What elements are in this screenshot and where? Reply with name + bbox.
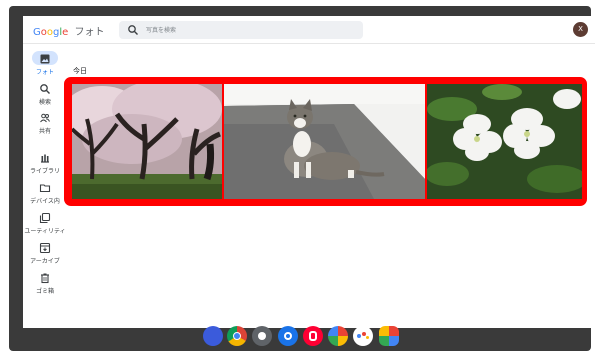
search-bar[interactable]: 写真を検索 bbox=[119, 21, 363, 39]
logo-letter: e bbox=[62, 27, 69, 38]
sidebar-item-label: ライブラリ bbox=[29, 168, 60, 175]
photos-app-icon[interactable] bbox=[328, 326, 348, 346]
app-window: Google フォト 写真を検索 X フォト 検索 共有 ライブラリ デバイス内… bbox=[23, 16, 595, 328]
sidebar-item-label: アーカイブ bbox=[30, 258, 60, 265]
photo-row bbox=[64, 77, 587, 206]
assistant-icon[interactable] bbox=[353, 326, 373, 346]
sidebar-item-photos[interactable]: フォト bbox=[23, 51, 67, 76]
sidebar-item-label: フォト bbox=[35, 69, 54, 76]
sidebar-item-utilities[interactable]: ユーティリティ bbox=[23, 212, 67, 235]
sidebar-item-label: ユーティリティ bbox=[24, 228, 66, 235]
sidebar-item-trash[interactable]: ゴミ箱 bbox=[23, 272, 67, 295]
google-photos-logo[interactable]: Google フォト bbox=[33, 23, 104, 38]
date-header: 今日 bbox=[73, 67, 87, 75]
device-frame: Google フォト 写真を検索 X フォト 検索 共有 ライブラリ デバイス内… bbox=[9, 6, 595, 351]
photo-cherry-blossom-trees[interactable] bbox=[72, 84, 222, 199]
app-shelf bbox=[203, 326, 415, 350]
sidebar-item-sharing[interactable]: 共有 bbox=[23, 112, 67, 135]
sidebar-item-label: 検索 bbox=[38, 99, 51, 106]
photo-icon bbox=[40, 54, 50, 64]
sidebar: フォト 検索 共有 ライブラリ デバイス内 ユーティリティ アーカイブ ゴミ箱 bbox=[23, 46, 67, 328]
product-name: フォト bbox=[74, 27, 105, 38]
sidebar-item-label: ゴミ箱 bbox=[35, 288, 54, 295]
trash-icon bbox=[41, 273, 49, 284]
photo-white-flowers[interactable] bbox=[427, 84, 582, 199]
library-icon bbox=[41, 154, 49, 163]
camera-icon[interactable] bbox=[252, 326, 272, 346]
sidebar-item-label: デバイス内 bbox=[30, 198, 60, 205]
search-icon bbox=[128, 25, 138, 35]
sidebar-item-archive[interactable]: アーカイブ bbox=[23, 242, 67, 265]
archive-icon bbox=[39, 242, 51, 254]
sidebar-item-library[interactable]: ライブラリ bbox=[23, 152, 67, 175]
sidebar-item-search[interactable]: 検索 bbox=[23, 83, 67, 106]
app-header: Google フォト 写真を検索 X bbox=[23, 16, 595, 44]
paypay-icon[interactable] bbox=[303, 326, 323, 346]
folder-icon bbox=[39, 184, 51, 193]
logo-letter: G bbox=[33, 27, 41, 38]
apps-icon[interactable] bbox=[379, 326, 399, 346]
search-icon bbox=[40, 84, 50, 94]
avatar[interactable]: X bbox=[573, 22, 588, 37]
sidebar-item-on-device[interactable]: デバイス内 bbox=[23, 182, 67, 205]
chrome-icon[interactable] bbox=[227, 326, 247, 346]
settings-icon[interactable] bbox=[278, 326, 298, 346]
photo-cat[interactable] bbox=[224, 84, 425, 199]
sidebar-item-label: 共有 bbox=[38, 128, 51, 135]
people-icon bbox=[40, 113, 50, 123]
utilities-icon bbox=[39, 212, 51, 224]
launcher-icon[interactable] bbox=[203, 326, 223, 346]
search-placeholder: 写真を検索 bbox=[146, 27, 177, 34]
